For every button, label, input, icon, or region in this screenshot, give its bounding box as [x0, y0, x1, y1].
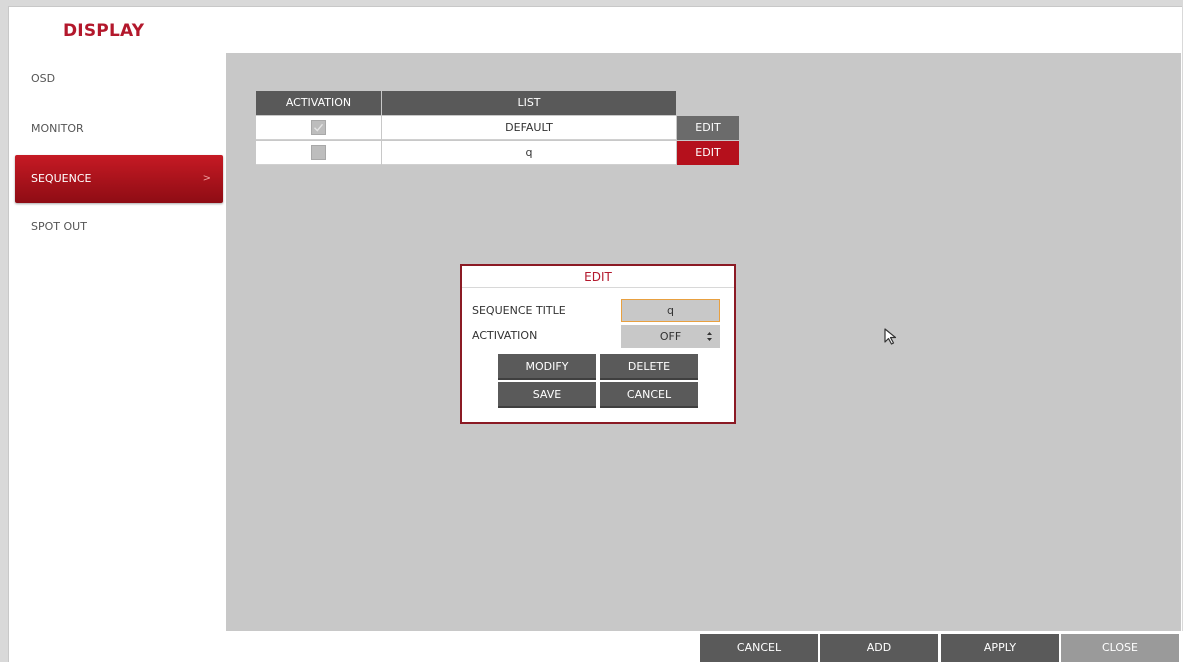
page-title: DISPLAY	[63, 21, 145, 41]
table-row-list-cell: q	[382, 141, 676, 165]
close-button[interactable]: CLOSE	[1061, 634, 1179, 662]
column-header-activation: ACTIVATION	[256, 91, 381, 115]
sidebar-item-monitor[interactable]: MONITOR	[15, 105, 223, 153]
row-edit-button[interactable]: EDIT	[677, 116, 739, 140]
content-panel: ACTIVATION LIST DEFAULT EDIT q EDIT EDIT…	[226, 53, 1181, 631]
sidebar-item-spot-out[interactable]: SPOT OUT	[15, 203, 223, 251]
table-row-activation-cell	[256, 141, 381, 165]
activation-select[interactable]: OFF	[621, 325, 720, 348]
column-header-list: LIST	[382, 91, 676, 115]
sidebar-item-label: SEQUENCE	[31, 172, 92, 185]
add-button[interactable]: ADD	[820, 634, 938, 662]
mouse-pointer-icon	[883, 327, 901, 351]
sequence-title-label: SEQUENCE TITLE	[472, 304, 566, 317]
chevron-right-icon: >	[202, 173, 211, 184]
sidebar-item-label: OSD	[31, 72, 56, 85]
cancel-button[interactable]: CANCEL	[700, 634, 818, 662]
modify-button[interactable]: MODIFY	[498, 354, 596, 380]
save-button[interactable]: SAVE	[498, 382, 596, 408]
dialog-title: EDIT	[462, 266, 734, 288]
dialog-cancel-button[interactable]: CANCEL	[600, 382, 698, 408]
table-row-activation-cell	[256, 116, 381, 140]
up-down-spinner-icon	[706, 326, 713, 356]
apply-button[interactable]: APPLY	[941, 634, 1059, 662]
activation-checkbox[interactable]	[311, 145, 326, 160]
display-window: DISPLAY OSD MONITOR SEQUENCE > SPOT OUT …	[8, 6, 1183, 662]
edit-dialog: EDIT SEQUENCE TITLE q ACTIVATION OFF MOD…	[460, 264, 736, 424]
activation-checkbox[interactable]	[311, 120, 326, 135]
row-edit-button[interactable]: EDIT	[677, 141, 739, 165]
sidebar-item-label: MONITOR	[31, 122, 84, 135]
sequence-title-input[interactable]: q	[621, 299, 720, 322]
bottom-action-bar: CANCEL ADD APPLY CLOSE	[9, 631, 1183, 662]
sidebar-item-osd[interactable]: OSD	[15, 55, 223, 103]
activation-label: ACTIVATION	[472, 329, 538, 342]
checkmark-icon	[314, 123, 324, 132]
delete-button[interactable]: DELETE	[600, 354, 698, 380]
activation-value: OFF	[659, 330, 682, 343]
sidebar-item-sequence[interactable]: SEQUENCE >	[15, 155, 223, 203]
sidebar-item-label: SPOT OUT	[31, 220, 87, 233]
table-row-list-cell: DEFAULT	[382, 116, 676, 140]
